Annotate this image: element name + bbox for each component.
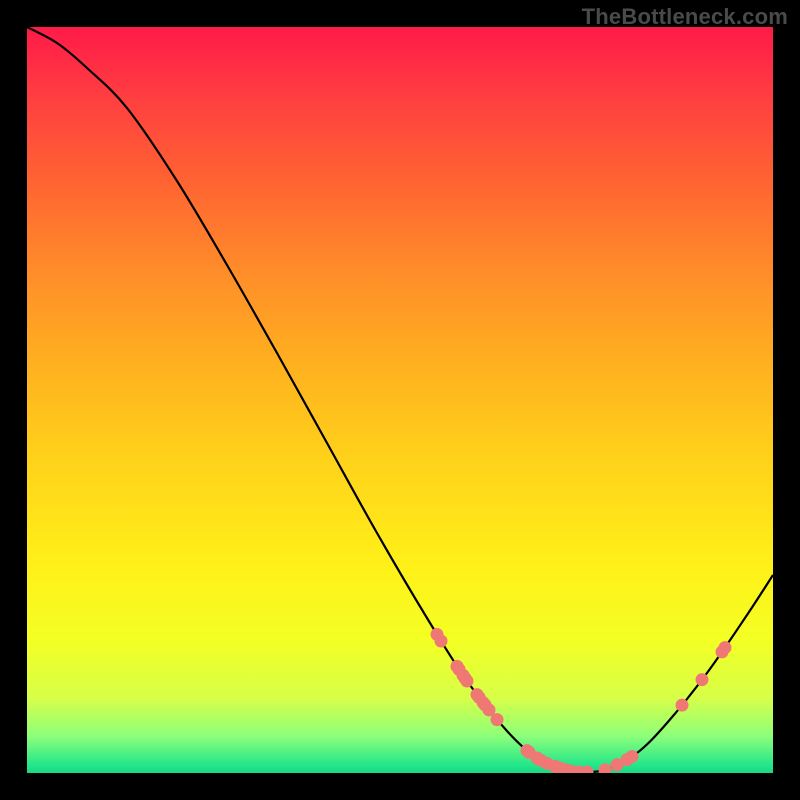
data-points bbox=[431, 628, 732, 773]
data-point bbox=[599, 763, 612, 773]
chart-svg bbox=[27, 27, 773, 773]
data-point bbox=[696, 673, 709, 686]
data-point bbox=[435, 634, 448, 647]
data-point bbox=[626, 750, 639, 763]
data-point bbox=[719, 641, 732, 654]
bottleneck-curve bbox=[27, 27, 773, 772]
watermark-text: TheBottleneck.com bbox=[582, 4, 788, 30]
data-point bbox=[461, 674, 474, 687]
data-point bbox=[491, 713, 504, 726]
chart-plot-area bbox=[27, 27, 773, 773]
data-point bbox=[676, 699, 689, 712]
